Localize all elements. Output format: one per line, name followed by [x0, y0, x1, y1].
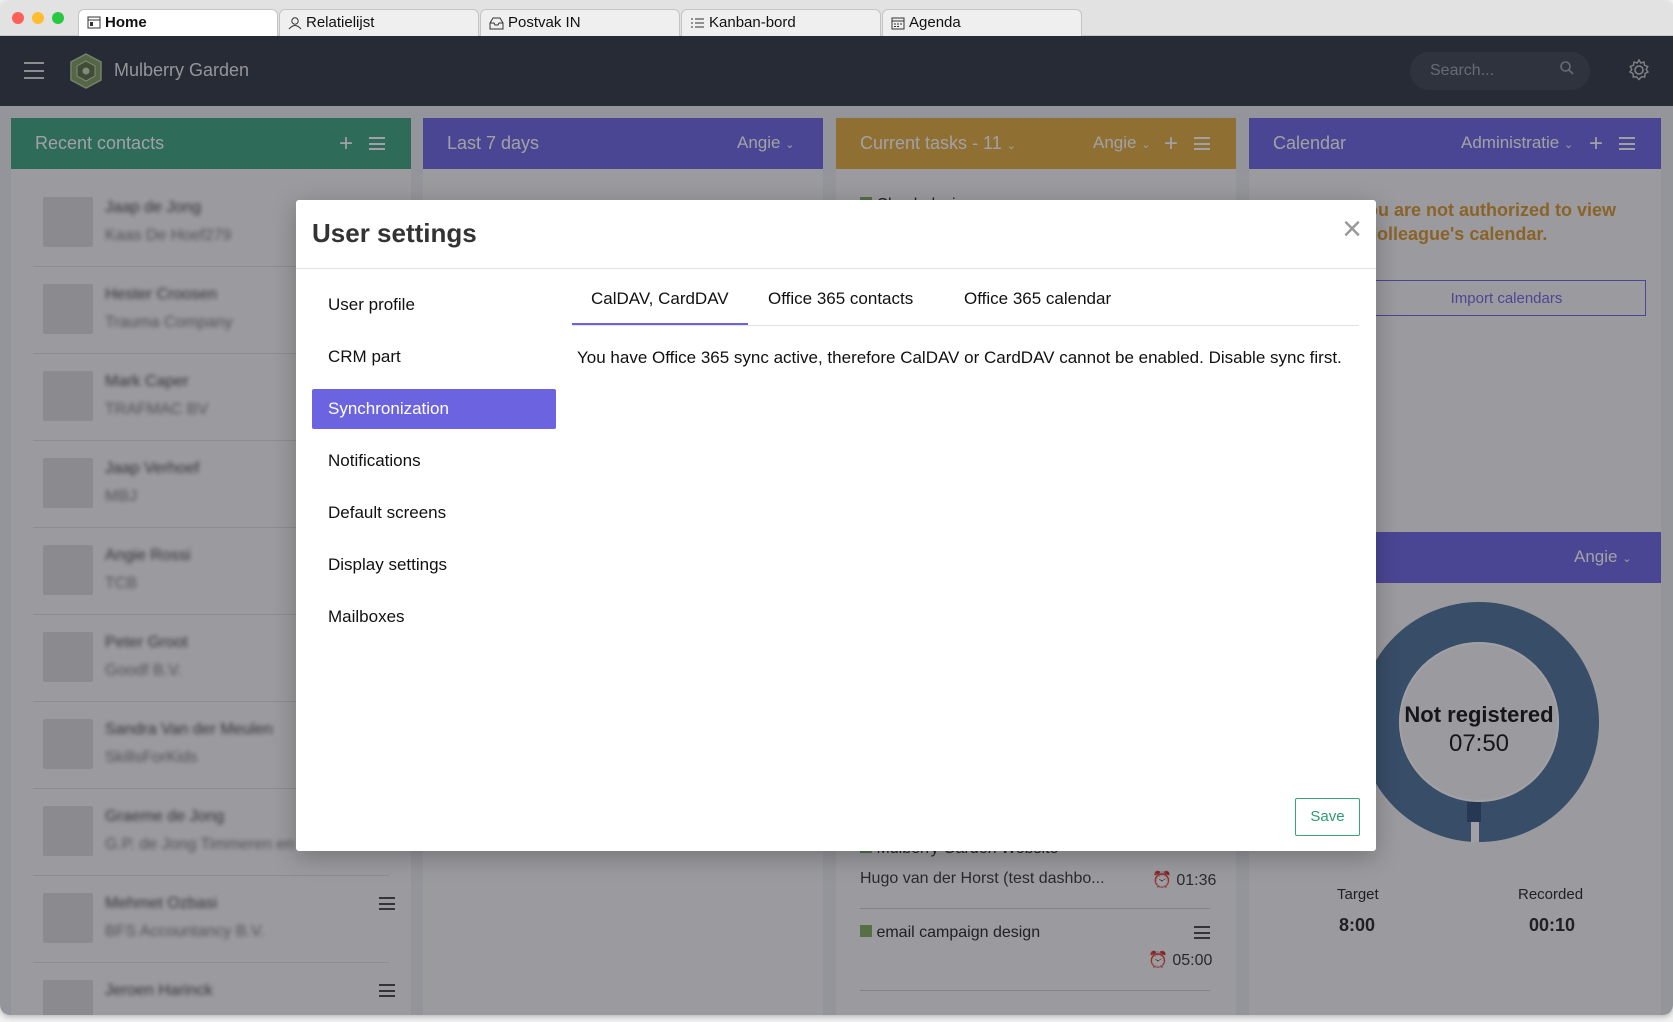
nav-mailboxes[interactable]: Mailboxes [312, 597, 556, 637]
browser-tab-agenda[interactable]: Agenda [882, 9, 1082, 36]
nav-synchronization[interactable]: Synchronization [312, 389, 556, 429]
browser-tab-label: Home [105, 14, 147, 31]
browser-tab-label: Postvak IN [508, 14, 581, 31]
browser-tab-label: Agenda [909, 14, 961, 31]
sync-message: You have Office 365 sync active, therefo… [577, 348, 1342, 367]
browser-tab-label: Kanban-bord [709, 14, 796, 31]
nav-crm-part[interactable]: CRM part [312, 337, 556, 377]
sync-tabs: CalDAV, CardDAV Office 365 contacts Offi… [572, 268, 1359, 326]
person-icon [288, 17, 302, 30]
nav-user-profile[interactable]: User profile [312, 285, 556, 325]
dashboard-icon [87, 16, 101, 29]
modal-title: User settings [312, 218, 477, 248]
inbox-icon [489, 17, 504, 30]
close-icon[interactable]: × [1342, 212, 1362, 246]
minimize-window-button[interactable] [32, 12, 44, 24]
app-window: Home Relatielijst Postvak IN Kanban-bord… [0, 0, 1673, 1015]
browser-tab-home[interactable]: Home [78, 9, 278, 36]
tab-caldav-carddav[interactable]: CalDAV, CardDAV [572, 289, 748, 325]
browser-tab-bar: Home Relatielijst Postvak IN Kanban-bord… [0, 0, 1673, 36]
browser-tab-relatielijst[interactable]: Relatielijst [279, 9, 479, 36]
tab-office365-contacts[interactable]: Office 365 contacts [768, 289, 913, 309]
calendar-icon [891, 17, 905, 30]
tab-office365-calendar[interactable]: Office 365 calendar [964, 289, 1111, 309]
save-button[interactable]: Save [1295, 798, 1360, 836]
maximize-window-button[interactable] [52, 12, 64, 24]
nav-display-settings[interactable]: Display settings [312, 545, 556, 585]
nav-notifications[interactable]: Notifications [312, 441, 556, 481]
nav-default-screens[interactable]: Default screens [312, 493, 556, 533]
browser-tab-label: Relatielijst [306, 14, 375, 31]
browser-tab-postvak[interactable]: Postvak IN [480, 9, 680, 36]
user-settings-modal: User settings × User profile CRM part Sy… [296, 200, 1376, 851]
close-window-button[interactable] [12, 12, 24, 24]
browser-tab-kanban[interactable]: Kanban-bord [681, 9, 881, 36]
checklist-icon [691, 18, 704, 28]
